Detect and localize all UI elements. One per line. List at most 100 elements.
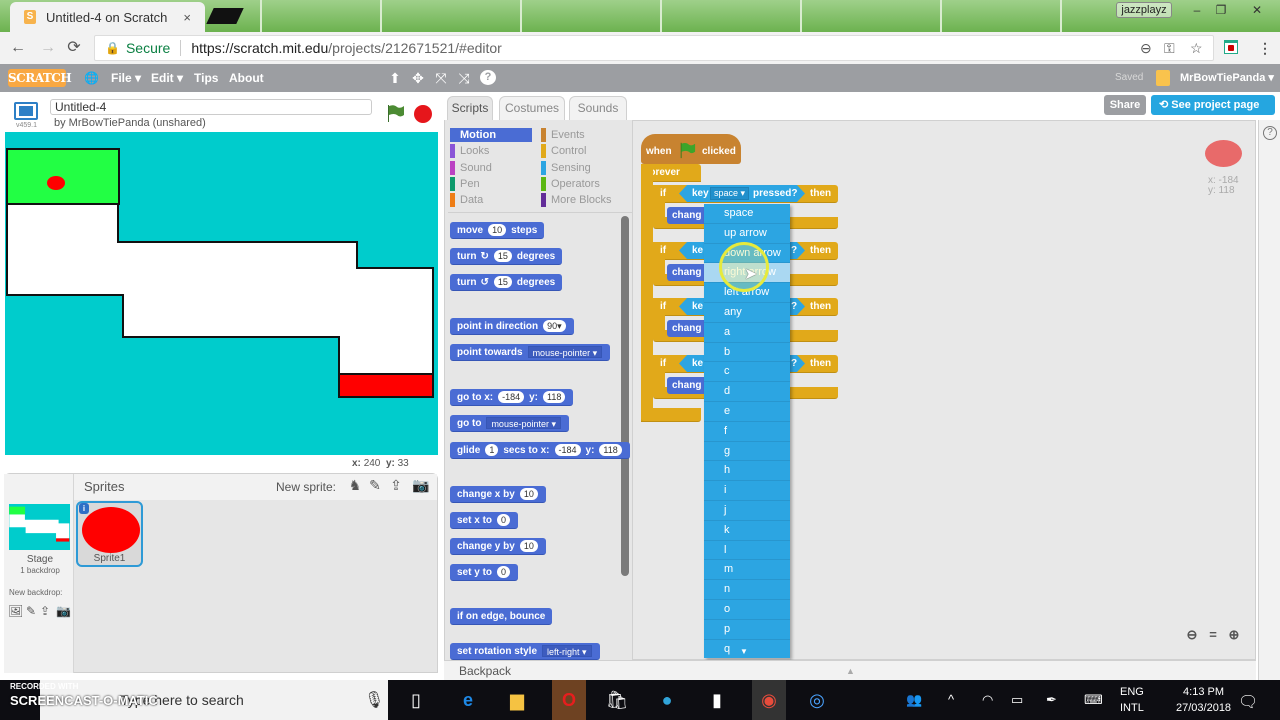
- restore-button[interactable]: ❐: [1210, 2, 1232, 18]
- stage-thumbnail[interactable]: [9, 504, 70, 550]
- block-go-to[interactable]: go to mouse-pointer ▾: [450, 415, 569, 432]
- dropdown-option[interactable]: m: [704, 560, 790, 581]
- camera-backdrop-icon[interactable]: 📷: [56, 604, 71, 618]
- sprite-thumbnail[interactable]: i Sprite1: [76, 501, 143, 567]
- category-more-blocks[interactable]: More Blocks: [541, 193, 612, 207]
- dropdown-option[interactable]: any: [704, 303, 790, 323]
- task-view-icon[interactable]: ▯: [402, 688, 430, 712]
- fullscreen-icon[interactable]: [14, 102, 38, 120]
- see-project-page-button[interactable]: ⟲ See project page: [1151, 95, 1275, 115]
- dropdown-option[interactable]: g: [704, 442, 790, 462]
- store-icon[interactable]: 🛍: [603, 688, 631, 712]
- dropdown-option[interactable]: c: [704, 362, 790, 383]
- close-window-button[interactable]: ✕: [1246, 2, 1268, 18]
- camera-sprite-icon[interactable]: 📷: [412, 477, 429, 494]
- block-set-y[interactable]: set y to 0: [450, 564, 519, 581]
- duplicate-tool-icon[interactable]: ⬆: [387, 70, 403, 87]
- profile-chip[interactable]: jazzplayz: [1116, 2, 1172, 18]
- zoom-in-icon[interactable]: ⊕: [1225, 627, 1243, 643]
- reload-icon[interactable]: ⟳: [64, 38, 84, 58]
- sprite-info-icon[interactable]: i: [79, 503, 89, 514]
- dropdown-option[interactable]: b: [704, 343, 790, 363]
- pen-workspace-icon[interactable]: ✒: [1046, 692, 1057, 708]
- dropdown-option[interactable]: p: [704, 620, 790, 640]
- category-sound[interactable]: Sound: [450, 161, 492, 175]
- language-globe-icon[interactable]: 🌐: [84, 71, 99, 85]
- backpack[interactable]: Backpack ▲: [444, 660, 1256, 680]
- block-change-x[interactable]: change x by 10: [450, 486, 546, 503]
- delete-tool-icon[interactable]: ✥: [410, 70, 426, 87]
- people-icon[interactable]: 👥: [906, 692, 922, 708]
- block-go-to-xy[interactable]: go to x: -184 y: 118: [450, 389, 574, 406]
- browser-tab[interactable]: S Untitled-4 on Scratch ×: [10, 2, 205, 32]
- share-button[interactable]: Share: [1104, 95, 1146, 115]
- browser-menu-icon[interactable]: ⋮: [1258, 40, 1272, 57]
- category-events[interactable]: Events: [541, 128, 585, 142]
- backdrop-library-icon[interactable]: 🖼: [8, 604, 23, 618]
- block-turn-left[interactable]: turn ↺ 15 degrees: [450, 274, 563, 291]
- system-clock[interactable]: 4:13 PM 27/03/2018: [1176, 684, 1231, 716]
- block-rotation-style[interactable]: set rotation style left-right ▾: [450, 643, 600, 660]
- category-operators[interactable]: Operators: [541, 177, 600, 191]
- dropdown-option[interactable]: o: [704, 600, 790, 620]
- extension-icon[interactable]: [1224, 40, 1238, 54]
- paint-backdrop-icon[interactable]: ✎: [24, 604, 38, 618]
- dropdown-option[interactable]: space: [704, 204, 790, 224]
- tab-close-icon[interactable]: ×: [183, 10, 191, 25]
- minimize-button[interactable]: –: [1186, 2, 1208, 18]
- tab-scripts[interactable]: Scripts: [447, 96, 493, 120]
- menu-about[interactable]: About: [229, 71, 264, 85]
- zoom-out-icon[interactable]: ⊖: [1183, 627, 1201, 643]
- account-menu[interactable]: MrBowTiePanda ▾: [1180, 71, 1274, 84]
- menu-edit[interactable]: Edit ▾: [151, 71, 183, 85]
- forward-icon[interactable]: →: [38, 38, 58, 58]
- category-data[interactable]: Data: [450, 193, 483, 207]
- block-point-towards[interactable]: point towards mouse-pointer ▾: [450, 344, 611, 361]
- action-center-icon[interactable]: 🗨: [1238, 692, 1258, 712]
- opera-icon[interactable]: O: [552, 680, 586, 720]
- dropdown-option[interactable]: f: [704, 422, 790, 442]
- block-glide[interactable]: glide 1 secs to x: -184 y: 118: [450, 442, 630, 459]
- zoom-reset-icon[interactable]: =: [1204, 627, 1222, 643]
- block-help-icon[interactable]: ?: [480, 70, 496, 85]
- address-bar[interactable]: 🔒 Secure https://scratch.mit.edu /projec…: [94, 35, 1214, 61]
- project-title-input[interactable]: [50, 99, 372, 115]
- password-key-icon[interactable]: ⚿: [1164, 40, 1175, 57]
- dropdown-option[interactable]: l: [704, 541, 790, 561]
- user-avatar[interactable]: [1156, 70, 1170, 86]
- dropdown-option[interactable]: d: [704, 382, 790, 402]
- stop-button[interactable]: [414, 105, 432, 123]
- dropdown-scroll-down-icon[interactable]: ▼: [740, 647, 748, 656]
- block-turn-right[interactable]: turn ↻ 15 degrees: [450, 248, 563, 265]
- touch-keyboard-icon[interactable]: ⌨: [1084, 692, 1103, 708]
- dropdown-option[interactable]: j: [704, 501, 790, 521]
- upload-backdrop-icon[interactable]: ⇪: [38, 604, 52, 618]
- zoom-indicator-icon[interactable]: ⊖: [1140, 40, 1152, 57]
- dropdown-option[interactable]: a: [704, 323, 790, 343]
- edge-icon[interactable]: e: [454, 688, 482, 712]
- block-point-in-direction[interactable]: point in direction 90▾: [450, 318, 574, 335]
- microphone-icon[interactable]: 🎙: [364, 690, 384, 710]
- app-circle-icon[interactable]: ●: [653, 688, 681, 712]
- input-language[interactable]: ENG INTL: [1120, 684, 1144, 716]
- block-move-steps[interactable]: move 10 steps: [450, 222, 545, 239]
- show-hidden-icons[interactable]: ^: [948, 692, 954, 707]
- upload-sprite-icon[interactable]: ⇪: [388, 477, 404, 494]
- dropdown-option[interactable]: e: [704, 402, 790, 422]
- wifi-icon[interactable]: ◠: [982, 692, 993, 708]
- green-flag-icon[interactable]: [385, 103, 405, 123]
- category-pen[interactable]: Pen: [450, 177, 480, 191]
- category-looks[interactable]: Looks: [450, 144, 489, 158]
- notepad-icon[interactable]: ▮: [703, 688, 731, 712]
- help-icon[interactable]: ?: [1263, 126, 1277, 140]
- dropdown-option[interactable]: i: [704, 481, 790, 501]
- palette-scrollbar[interactable]: [621, 216, 629, 576]
- dropdown-option[interactable]: h: [704, 461, 790, 482]
- stage-canvas[interactable]: [5, 132, 438, 455]
- category-control[interactable]: Control: [541, 144, 586, 158]
- chrome-icon[interactable]: ◉: [752, 680, 786, 720]
- block-change-y[interactable]: change y by 10: [450, 538, 546, 555]
- key-select-dropdown[interactable]: space ▾: [710, 187, 750, 200]
- backpack-expand-icon[interactable]: ▲: [846, 661, 855, 681]
- dropdown-option[interactable]: k: [704, 521, 790, 541]
